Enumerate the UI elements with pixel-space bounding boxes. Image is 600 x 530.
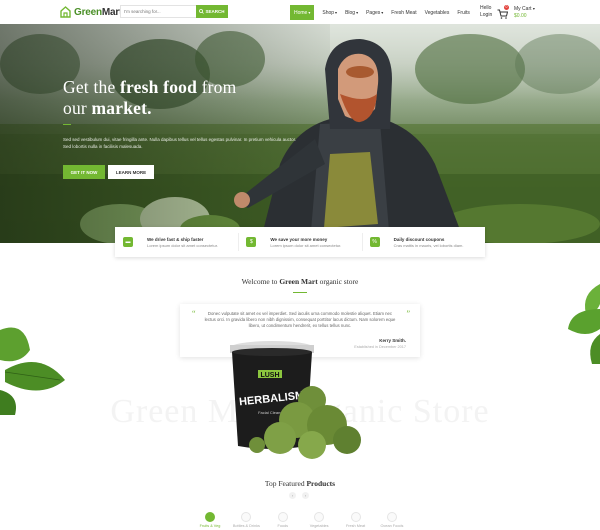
category-tabs: Fruits & Veg Bottles & Drinks Foods Vege… [196,512,406,528]
feature-item: ▬ We drive fast & ship faster Lorem ipsu… [115,227,238,257]
logo[interactable]: GreenMart [60,5,122,19]
nav-item-shop[interactable]: Shop ▾ [318,5,341,20]
account-login[interactable]: Login [480,12,492,19]
nav-item-fruits[interactable]: Fruits [453,5,474,20]
site-header: GreenMart SEARCH Home▾ Shop▾ Blog▾ Pages… [0,0,600,24]
cart-count-badge: 0 [504,5,509,10]
feature-subtitle: Cras mattis in mauris, vel lobortis diam… [393,242,464,248]
cart-button[interactable]: 0 [497,5,509,19]
hero-title: Get the fresh food from our market. [63,77,237,118]
category-tab-fruits-veg[interactable]: Fruits & Veg [196,512,224,528]
testimonial-text: Donec vulputate sit amet ex vel imperdie… [204,311,396,329]
welcome-title: Welcome to Green Mart organic store [241,277,359,286]
search-button[interactable]: SEARCH [196,5,228,18]
nav-item-fresh-meat[interactable]: Fresh Meat [387,5,420,20]
quote-close-icon: ” [406,309,410,318]
chevron-down-icon: ▾ [308,10,311,15]
truck-icon: ▬ [123,237,133,247]
feature-subtitle: Lorem ipsum dolor sit amet consectetur. [147,242,218,248]
hero-banner: Get the fresh food from our market. Sed … [0,24,600,243]
account-hello: Hello [480,5,492,11]
search-input[interactable] [120,5,196,18]
main-nav: Home ▾ Shop ▾ Blog ▾ Pages ▾ Fresh Meat Vege… [290,5,474,20]
nav-item-blog[interactable]: Blog ▾ [341,5,362,20]
product-brand: LUSH [260,372,279,379]
category-tab-vegetables[interactable]: Vegetables [305,512,333,528]
category-icon [277,512,288,522]
category-label: Fresh Meat [345,524,366,528]
chevron-down-icon: ▾ [356,10,359,15]
search-button-label: SEARCH [205,9,225,14]
feature-item: % Daily discount coupons Cras mattis in … [361,227,485,257]
chevron-left-icon[interactable]: ‹ [289,492,296,499]
farmer-image [234,39,465,243]
category-icon [205,512,215,522]
featured-title: Top Featured Products [264,479,336,488]
category-icon [314,512,325,522]
learn-more-button[interactable]: LEARN MORE [108,165,154,179]
category-icon [386,512,397,522]
my-cart[interactable]: My Cart ▾ $0.00 [514,5,535,20]
category-label: Bottles & Drinks [232,524,260,528]
logo-text: GreenMart [74,6,123,18]
search-icon [199,9,205,14]
nav-item-home[interactable]: Home ▾ [290,5,315,20]
category-label: Vegetables [309,524,329,528]
nav-item-vegetables[interactable]: Vegetables [421,5,454,20]
category-tab-ocean-foods[interactable]: Ocean Foods [378,512,406,528]
nav-item-pages[interactable]: Pages ▾ [362,5,387,20]
hero-divider [63,124,71,125]
search-bar: SEARCH [120,5,228,18]
leaf-decoration-right [568,284,600,364]
testimonial-role: Established in December 2017 [354,345,406,349]
money-bag-icon: $ [246,237,257,247]
category-tab-fresh-meat[interactable]: Fresh Meat [342,512,370,528]
category-icon [350,512,361,522]
welcome-divider [293,292,307,293]
hero-text: Sed sed vestibulum dui, vitae fringilla … [63,137,297,149]
category-icon [241,512,252,522]
featured-arrows: ‹ › [289,492,309,499]
greens-image [249,386,361,459]
feature-subtitle: Lorem ipsum dolor sit amet consectetur. [270,242,342,248]
leaf-decoration-left [0,327,65,415]
cart-total: $0.00 [514,13,527,19]
chevron-right-icon[interactable]: › [302,492,309,499]
chevron-down-icon: ▾ [335,10,338,15]
category-label: Fruits & Veg [199,524,221,528]
testimonial-author: Kerry Smith. [379,338,406,343]
chevron-down-icon: ▾ [532,6,535,11]
category-label: Foods [277,524,289,528]
feature-item: $ We save your more money Lorem ipsum do… [238,227,361,257]
my-cart-label: My Cart [514,6,532,12]
category-label: Ocean Foods [380,524,404,528]
chevron-down-icon: ▾ [381,10,384,15]
house-leaf-icon [60,6,71,18]
features-bar: ▬ We drive fast & ship faster Lorem ipsu… [115,227,485,257]
category-tab-bottles-drinks[interactable]: Bottles & Drinks [232,512,260,528]
coupon-icon: % [369,237,380,247]
quote-open-icon: “ [192,309,196,318]
cart-icon [497,9,509,19]
category-tab-foods[interactable]: Foods [269,512,297,528]
get-it-now-button[interactable]: GET IT NOW [63,165,105,179]
account-link[interactable]: Hello Login [480,5,492,19]
